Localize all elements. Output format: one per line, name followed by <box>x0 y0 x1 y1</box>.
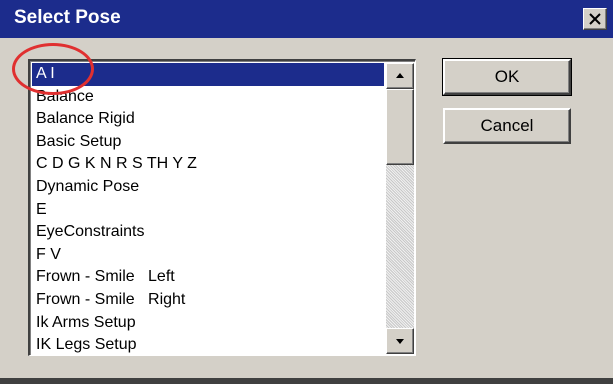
title-bar[interactable]: Select Pose <box>0 0 613 38</box>
down-arrow-icon <box>396 339 404 344</box>
pose-list-item[interactable]: Ik Arms Setup <box>32 312 384 335</box>
pose-list-item[interactable]: Balance Rigid <box>32 108 384 131</box>
pose-list-item[interactable]: A I <box>32 63 384 86</box>
pose-list-item[interactable]: EyeConstraints <box>32 221 384 244</box>
pose-list-item[interactable]: F V <box>32 244 384 267</box>
up-arrow-icon <box>396 73 404 78</box>
scroll-thumb[interactable] <box>386 89 414 165</box>
pose-listbox[interactable]: A I Balance Balance Rigid Basic Setup C D G … <box>28 59 416 356</box>
pose-list-item[interactable]: Balance <box>32 86 384 109</box>
pose-list-item[interactable]: Basic Setup <box>32 131 384 154</box>
pose-list-item[interactable]: Dynamic Pose <box>32 176 384 199</box>
pose-list-item[interactable]: E <box>32 199 384 222</box>
close-button[interactable] <box>583 8 607 30</box>
window-title: Select Pose <box>14 7 121 28</box>
vertical-scrollbar[interactable] <box>386 63 414 354</box>
pose-list-item[interactable]: IK Legs Setup <box>32 334 384 355</box>
pose-list-item[interactable]: C D G K N R S TH Y Z <box>32 153 384 176</box>
ok-button[interactable]: OK <box>442 58 572 96</box>
window-bottom-edge <box>0 378 613 384</box>
select-pose-dialog: Select Pose A I Balance Balance Rigid Basic… <box>0 0 613 384</box>
scroll-up-button[interactable] <box>386 63 414 89</box>
close-icon <box>589 13 601 25</box>
pose-list-item[interactable]: Frown - Smile Left <box>32 266 384 289</box>
scroll-down-button[interactable] <box>386 328 414 354</box>
cancel-button[interactable]: Cancel <box>443 108 571 144</box>
pose-list-item[interactable]: Frown - Smile Right <box>32 289 384 312</box>
pose-list: A I Balance Balance Rigid Basic Setup C D G … <box>32 63 384 355</box>
